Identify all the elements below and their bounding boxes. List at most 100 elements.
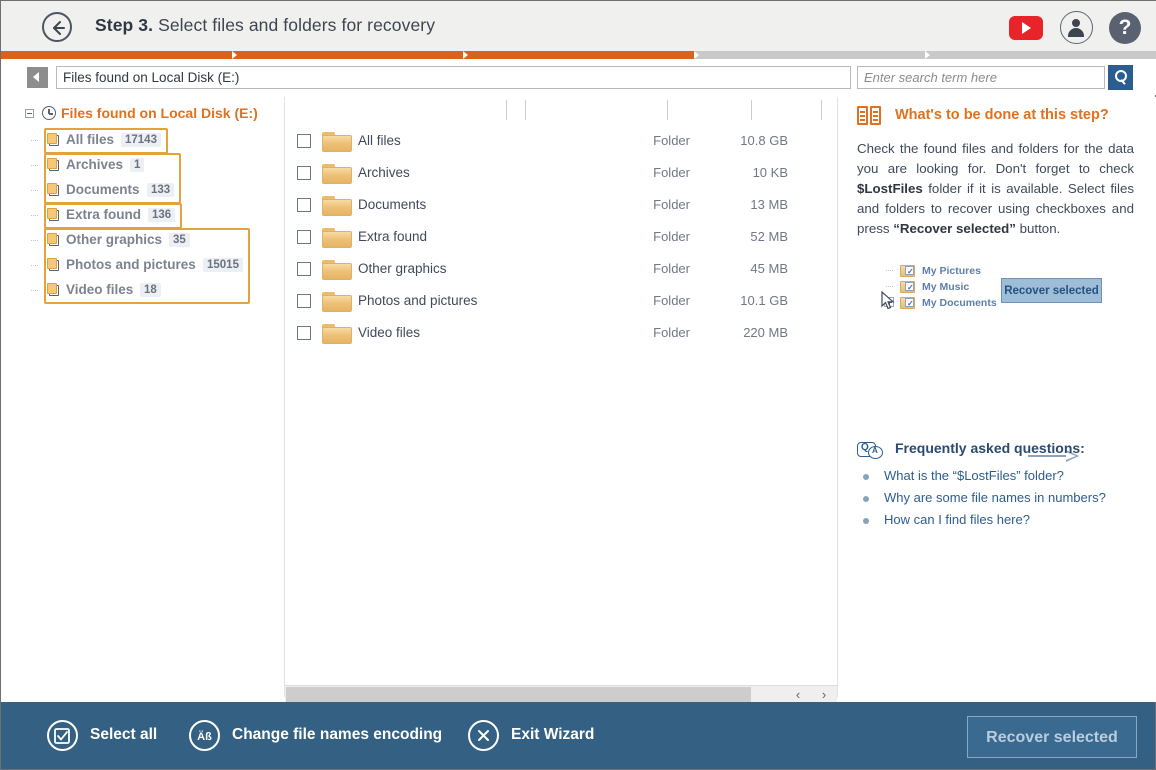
row-checkbox[interactable]: [297, 166, 311, 180]
tree-connector: [886, 286, 893, 287]
folder-stack-icon: [47, 258, 61, 272]
faq-link-label: What is the “$LostFiles” folder?: [884, 468, 1064, 483]
step-label: Step 3.: [95, 15, 154, 35]
row-checkbox[interactable]: [297, 230, 311, 244]
help-body-part1: Check the found files and folders for th…: [857, 141, 1134, 176]
help-panel: What's to be done at this step? Check th…: [838, 97, 1156, 702]
table-row[interactable]: Archives Folder 10 KB: [285, 158, 837, 190]
bullet-icon: [863, 518, 869, 524]
row-name: Other graphics: [358, 261, 447, 276]
folder-stack-icon: [47, 158, 61, 172]
row-size: 10.8 GB: [740, 133, 788, 148]
help-question-icon[interactable]: ?: [1109, 11, 1141, 44]
tree-item-label: Photos and pictures: [66, 257, 196, 272]
change-encoding-label: Change file names encoding: [232, 726, 443, 743]
table-row[interactable]: Other graphics Folder 45 MB: [285, 254, 837, 286]
row-checkbox[interactable]: [297, 134, 311, 148]
select-all-label: Select all: [90, 726, 158, 743]
folder-stack-icon: [47, 208, 61, 222]
file-list-panel: All files Folder 10.8 GB Archives Folder 10 K…: [285, 97, 837, 677]
folder-checked-icon: ✓: [900, 264, 915, 277]
folder-icon: [322, 292, 352, 313]
tree-item-count: 133: [147, 183, 175, 197]
path-back-button[interactable]: [27, 67, 48, 88]
faq-link[interactable]: What is the “$LostFiles” folder?: [863, 468, 1064, 483]
progress-notch: [463, 51, 468, 59]
tree-item-label: Video files: [66, 282, 134, 297]
folder-stack-icon: [47, 133, 61, 147]
folder-stack-icon: [47, 233, 61, 247]
search-input[interactable]: Enter search term here: [857, 66, 1105, 89]
faq-link[interactable]: Why are some file names in numbers?: [863, 490, 1106, 505]
column-separator[interactable]: [525, 100, 526, 120]
column-separator[interactable]: [667, 100, 668, 120]
column-separator[interactable]: [821, 100, 822, 120]
row-type: Folder: [653, 261, 690, 276]
row-checkbox[interactable]: [297, 326, 311, 340]
row-size: 52 MB: [750, 229, 788, 244]
row-checkbox[interactable]: [297, 262, 311, 276]
wizard-window: Step 3. Select files and folders for rec…: [0, 0, 1156, 770]
encoding-ab-icon: Äß: [189, 720, 220, 751]
horizontal-scrollbar[interactable]: ‹ ›: [285, 685, 837, 703]
bullet-icon: [863, 474, 869, 480]
row-type: Folder: [653, 229, 690, 244]
row-type: Folder: [653, 133, 690, 148]
progress-notch: [925, 51, 930, 59]
close-x-icon: [468, 720, 499, 751]
faq-title: Frequently asked questions:: [895, 440, 1085, 456]
tree-connector: [886, 270, 893, 271]
illustration-recover-button: Recover selected: [1001, 278, 1102, 303]
search-button[interactable]: [1108, 65, 1133, 90]
back-button[interactable]: [42, 12, 72, 42]
back-arrow-icon: [53, 21, 65, 35]
illustration-label: My Music: [922, 281, 970, 293]
row-size: 220 MB: [743, 325, 788, 340]
youtube-icon[interactable]: [1009, 15, 1044, 40]
folder-icon: [322, 164, 352, 185]
table-row[interactable]: All files Folder 10.8 GB: [285, 126, 837, 158]
table-row[interactable]: Video files Folder 220 MB: [285, 318, 837, 350]
column-separator[interactable]: [506, 100, 507, 120]
illustration-label: My Documents: [922, 297, 997, 309]
folder-stack-icon: [47, 183, 61, 197]
recover-selected-button[interactable]: Recover selected: [967, 716, 1137, 758]
help-title: What's to be done at this step?: [895, 107, 1109, 123]
tree-connector: [31, 140, 38, 141]
mouse-cursor-icon: [881, 291, 895, 310]
table-row[interactable]: Documents Folder 13 MB: [285, 190, 837, 222]
tree-root-label: Files found on Local Disk (E:): [61, 105, 258, 121]
row-name: Documents: [358, 197, 427, 212]
collapse-minus-icon[interactable]: [25, 109, 34, 118]
scroll-left-arrow[interactable]: ‹: [785, 686, 811, 703]
row-size: 13 MB: [750, 197, 788, 212]
row-checkbox[interactable]: [297, 294, 311, 308]
row-type: Folder: [653, 293, 690, 308]
scrollbar-thumb[interactable]: [286, 687, 751, 702]
folder-checked-icon: ✓: [900, 296, 915, 309]
tree-item-label: Extra found: [66, 207, 142, 222]
row-name: Extra found: [358, 229, 428, 244]
table-row[interactable]: Extra found Folder 52 MB: [285, 222, 837, 254]
folder-tree-panel: Files found on Local Disk (E:) All files…: [1, 97, 284, 702]
folder-checked-icon: ✓: [900, 280, 915, 293]
column-separator[interactable]: [751, 100, 752, 120]
scroll-right-arrow[interactable]: ›: [811, 686, 837, 703]
illustration-label: My Pictures: [922, 265, 981, 277]
row-name: Video files: [358, 325, 421, 340]
svg-text:Äß: Äß: [197, 730, 212, 743]
path-input[interactable]: Files found on Local Disk (E:): [56, 66, 851, 89]
user-account-icon[interactable]: [1059, 11, 1093, 44]
tree-item-label: All files: [66, 132, 115, 147]
table-row[interactable]: Photos and pictures Folder 10.1 GB: [285, 286, 837, 318]
tree-connector: [31, 165, 38, 166]
folder-icon: [322, 196, 352, 217]
faq-link[interactable]: How can I find files here?: [863, 512, 1030, 527]
page-title-text: Select files and folders for recovery: [158, 15, 436, 35]
faq-link-label: Why are some file names in numbers?: [884, 490, 1106, 505]
row-type: Folder: [653, 165, 690, 180]
exit-wizard-label: Exit Wizard: [511, 726, 595, 743]
row-type: Folder: [653, 325, 690, 340]
folder-icon: [322, 228, 352, 249]
row-checkbox[interactable]: [297, 198, 311, 212]
